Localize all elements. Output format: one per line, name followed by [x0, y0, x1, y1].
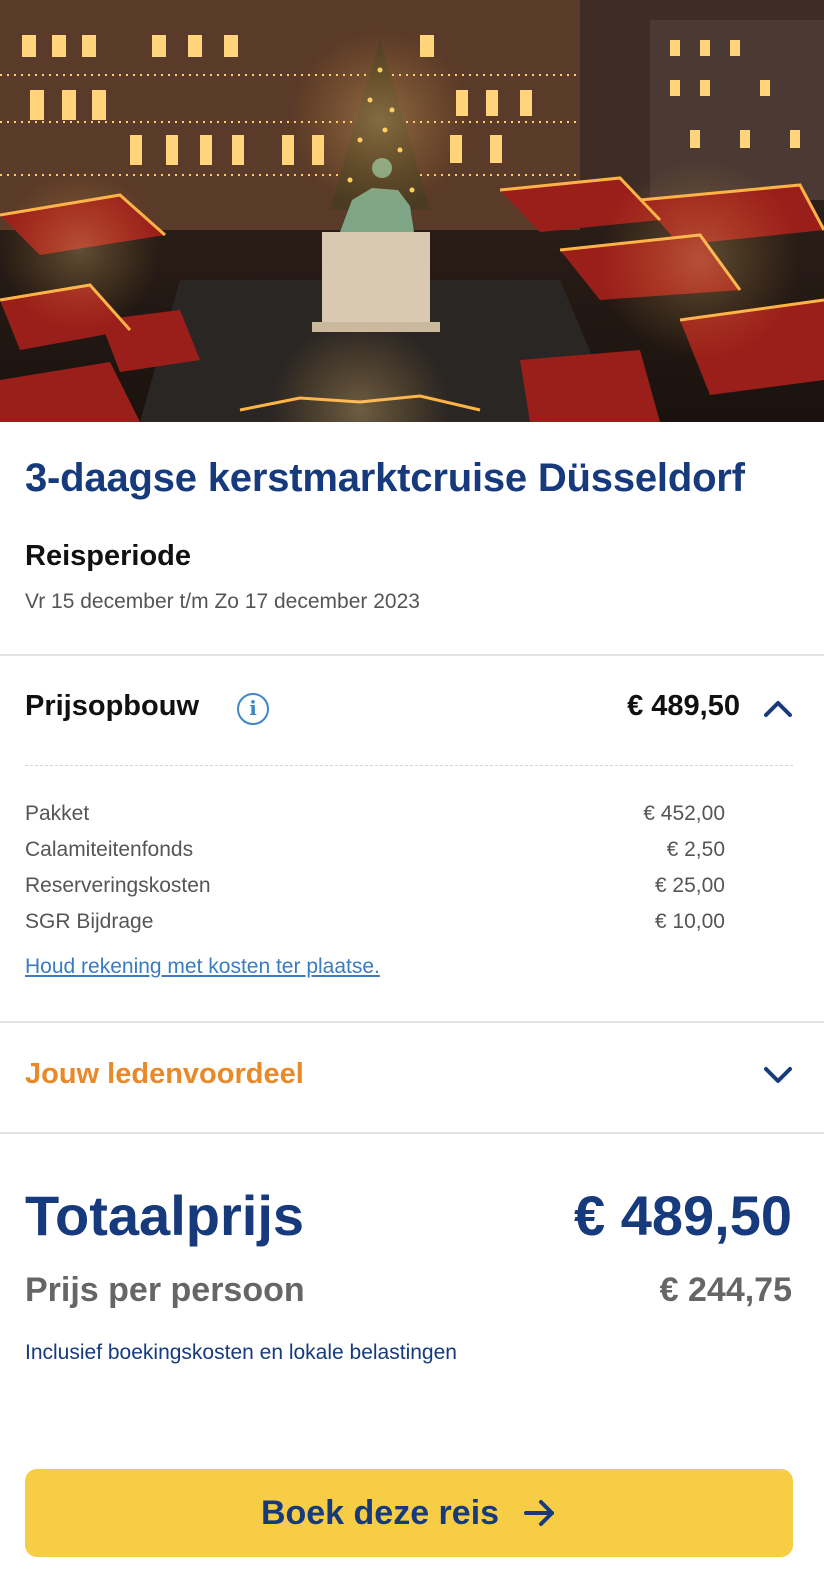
travel-period-label: Reisperiode — [25, 540, 191, 572]
price-row-label: Pakket — [25, 802, 90, 825]
christmas-market-photo — [0, 0, 824, 422]
price-breakdown-label[interactable]: Prijsopbouw — [25, 690, 199, 723]
section-divider — [0, 1021, 824, 1023]
chevron-up-icon[interactable] — [763, 698, 793, 718]
hero-image — [0, 0, 824, 422]
book-trip-button[interactable]: Boek deze reis — [25, 1469, 793, 1557]
total-price-value: € 489,50 — [574, 1184, 792, 1247]
price-row-label: Reserveringskosten — [25, 874, 211, 897]
dotted-separator — [25, 765, 793, 766]
local-costs-link[interactable]: Houd rekening met kosten ter plaatse. — [25, 955, 380, 979]
price-row-value: € 25,00 — [654, 874, 725, 897]
travel-period-value: Vr 15 december t/m Zo 17 december 2023 — [25, 590, 420, 613]
info-icon[interactable]: i — [237, 693, 269, 725]
price-per-person-label: Prijs per persoon — [25, 1271, 305, 1309]
member-benefit-toggle[interactable]: Jouw ledenvoordeel — [25, 1058, 304, 1091]
price-row: Reserveringskosten € 25,00 — [25, 874, 725, 902]
price-row-label: SGR Bijdrage — [25, 910, 154, 933]
price-row: Pakket € 452,00 — [25, 802, 725, 830]
section-divider — [0, 654, 824, 656]
book-trip-label: Boek deze reis — [260, 1493, 500, 1532]
price-row-value: € 2,50 — [666, 838, 725, 861]
trip-title: 3-daagse kerstmarktcruise Düsseldorf — [25, 456, 745, 500]
inclusive-note: Inclusief boekingskosten en lokale belas… — [25, 1341, 457, 1364]
price-row-value: € 452,00 — [643, 802, 725, 825]
arrow-right-icon — [524, 1500, 555, 1526]
price-per-person-value: € 244,75 — [659, 1271, 792, 1309]
price-row-value: € 10,00 — [654, 910, 725, 933]
price-breakdown-total[interactable]: € 489,50 — [627, 690, 740, 723]
section-divider — [0, 1132, 824, 1134]
price-row: Calamiteitenfonds € 2,50 — [25, 838, 725, 866]
chevron-down-icon[interactable] — [763, 1066, 793, 1086]
price-row: SGR Bijdrage € 10,00 — [25, 910, 725, 938]
total-price-label: Totaalprijs — [25, 1184, 305, 1247]
price-row-label: Calamiteitenfonds — [25, 838, 194, 861]
